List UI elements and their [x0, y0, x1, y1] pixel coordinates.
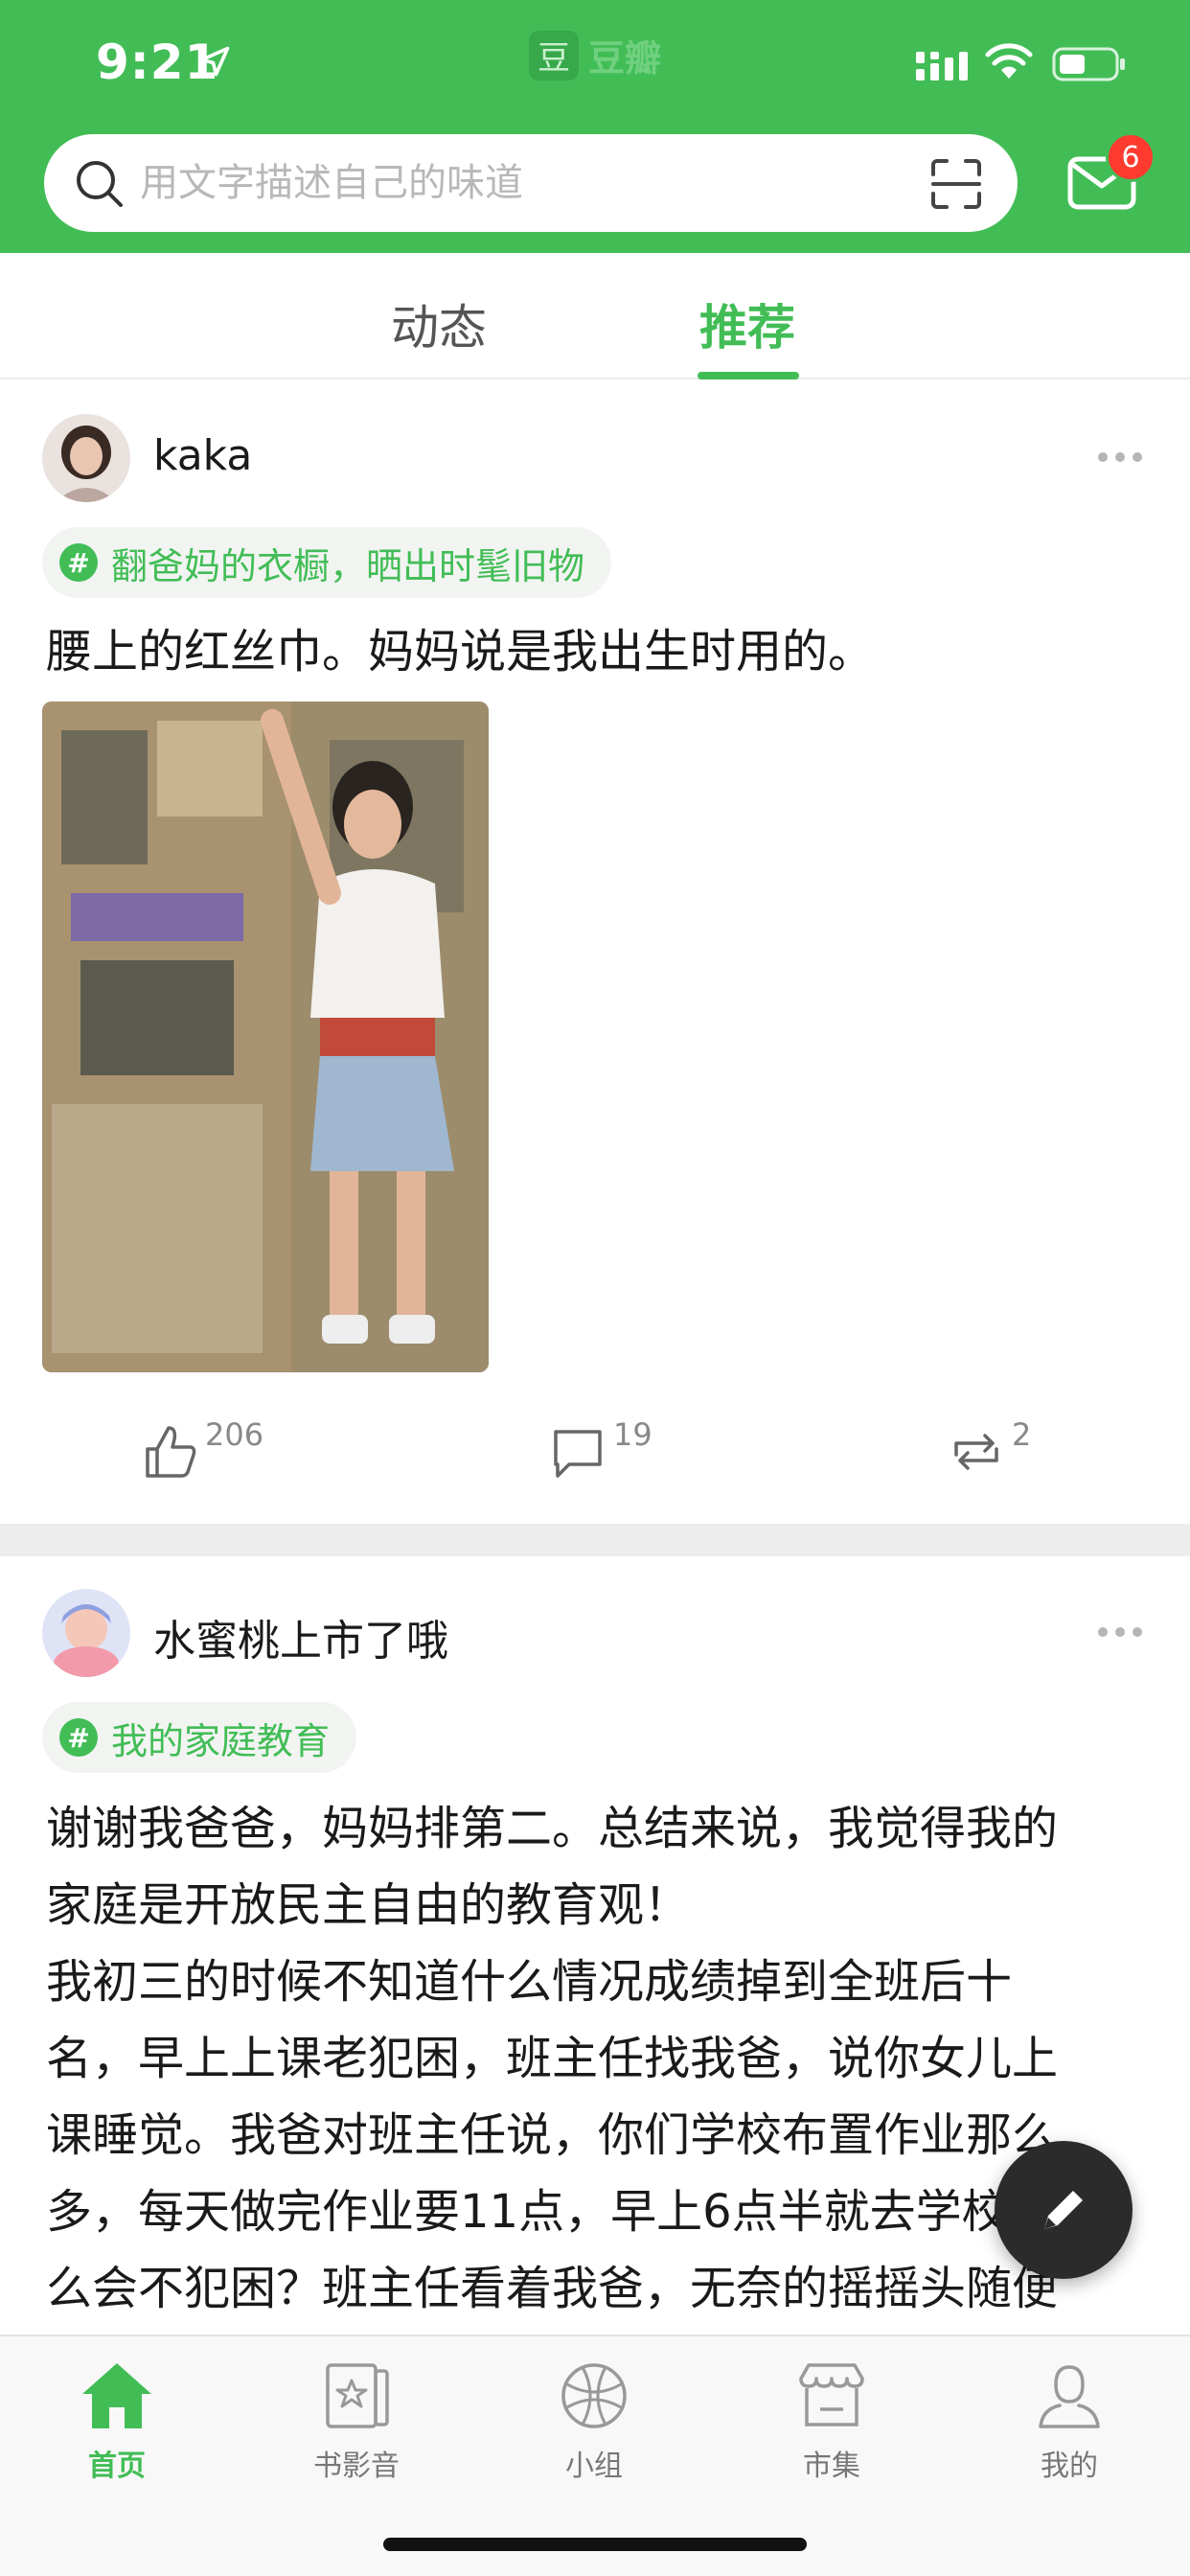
post-divider [0, 1524, 1190, 1556]
pencil-icon [1044, 2191, 1083, 2229]
nav-label: 我的 [1041, 2450, 1098, 2483]
like-button[interactable]: 206 [140, 1416, 263, 1482]
nav-mine[interactable]: 我的 [983, 2356, 1156, 2484]
nav-label: 首页 [88, 2450, 146, 2483]
feed-tabs: 动态 推荐 [0, 253, 1190, 380]
cellular-signal-icon [916, 52, 968, 80]
status-bar: 9:21 豆 豆瓣 [0, 0, 1190, 125]
nav-label: 书影音 [313, 2450, 400, 2483]
topic-chip[interactable]: # 我的家庭教育 [42, 1702, 357, 1773]
avatar[interactable] [42, 1589, 130, 1677]
media-icon [326, 2363, 389, 2428]
feed-post[interactable]: kaka # 翻爸妈的衣橱，晒出时髦旧物 腰上的红丝巾。妈妈说是我出生时用的。 [0, 380, 1190, 1524]
comment-button[interactable]: 19 [548, 1416, 652, 1482]
comment-count: 19 [613, 1416, 652, 1453]
compose-button[interactable] [995, 2141, 1133, 2279]
topic-chip[interactable]: # 翻爸妈的衣橱，晒出时髦旧物 [42, 527, 612, 598]
nav-label: 市集 [803, 2450, 860, 2483]
tab-dynamic[interactable]: 动态 [391, 289, 487, 358]
app-badge: 豆 豆瓣 [529, 29, 661, 81]
more-options-icon[interactable] [1098, 1627, 1142, 1639]
comment-icon [554, 1430, 602, 1478]
wifi-icon [985, 43, 1033, 79]
like-count: 206 [205, 1416, 264, 1453]
profile-icon [1039, 2365, 1100, 2428]
group-icon [561, 2363, 627, 2428]
nav-group[interactable]: 小组 [508, 2356, 680, 2484]
post-text: 谢谢我爸爸，妈妈排第二。总结来说，我觉得我的家庭是开放民主自由的教育观！ 我初三… [46, 1802, 1100, 2315]
top-header: 9:21 豆 豆瓣 用文字描述自己的味道 6 [0, 0, 1190, 253]
market-icon [799, 2363, 864, 2426]
location-arrow-icon [199, 46, 230, 77]
home-indicator[interactable] [383, 2538, 807, 2551]
home-icon [82, 2363, 151, 2428]
post-photo[interactable] [42, 702, 489, 1372]
nav-label: 小组 [565, 2450, 623, 2483]
nav-market[interactable]: 市集 [745, 2356, 918, 2484]
avatar[interactable] [42, 414, 130, 502]
battery-icon [1052, 47, 1125, 81]
post-username[interactable]: 水蜜桃上市了哦 [153, 1606, 448, 1668]
post-text: 腰上的红丝巾。妈妈说是我出生时用的。 [46, 625, 875, 678]
repost-count: 2 [1012, 1416, 1032, 1453]
search-bar[interactable] [44, 134, 1018, 232]
topic-label: 我的家庭教育 [111, 1719, 331, 1762]
search-input[interactable] [140, 134, 926, 232]
app-name: 豆瓣 [588, 37, 662, 80]
hashtag-icon: # [59, 1718, 98, 1757]
mail-badge: 6 [1106, 132, 1156, 182]
search-icon [77, 161, 123, 207]
nav-media[interactable]: 书影音 [270, 2356, 443, 2484]
post-username[interactable]: kaka [153, 431, 252, 480]
tab-recommend[interactable]: 推荐 [699, 289, 795, 358]
repost-button[interactable]: 2 [947, 1416, 1031, 1482]
nav-home[interactable]: 首页 [31, 2356, 203, 2484]
repost-icon [954, 1434, 998, 1470]
thumbs-up-icon [146, 1426, 196, 1478]
hashtag-icon: # [59, 543, 98, 582]
douban-logo-icon: 豆 [529, 30, 579, 80]
active-tab-indicator [698, 372, 799, 380]
topic-label: 翻爸妈的衣橱，晒出时髦旧物 [111, 544, 585, 587]
scan-icon[interactable] [929, 157, 983, 211]
more-options-icon[interactable] [1098, 452, 1142, 464]
